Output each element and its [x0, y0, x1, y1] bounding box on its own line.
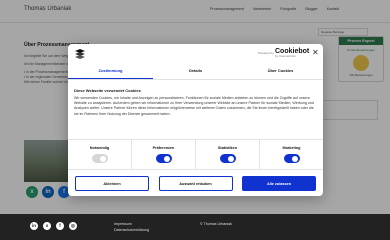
switch-knob [100, 155, 106, 162]
switch-knob [228, 155, 234, 162]
dialog-tabs: Zustimmung Details Über Cookies [68, 64, 323, 80]
powered-by-label: Powered by [258, 51, 274, 55]
deny-button[interactable]: Ablehnen [75, 176, 149, 191]
toggle-label: Marketing [282, 146, 301, 150]
brand-logo-icon [75, 49, 85, 59]
linkedin-icon[interactable]: in [30, 222, 38, 230]
tab-zustimmung[interactable]: Zustimmung [68, 64, 153, 79]
toggle-label: Präferenzen [152, 146, 175, 150]
allow-all-button[interactable]: Alle zulassen [242, 176, 316, 191]
site-footer: in x f ◎ Impressum Datenschutzerklärung … [0, 214, 390, 240]
close-icon[interactable]: ✕ [312, 48, 319, 57]
allow-selection-button[interactable]: Auswahl erlauben [158, 176, 233, 191]
toggle-label: Statistiken [217, 146, 238, 150]
dialog-heading: Diese Webseite verwendet Cookies [74, 88, 141, 93]
facebook-icon[interactable]: f [56, 222, 64, 230]
toggle-statistics: Statistiken [196, 140, 260, 169]
tab-details[interactable]: Details [153, 64, 238, 79]
footer-social-icons: in x f ◎ [30, 222, 77, 230]
marketing-switch[interactable] [283, 154, 300, 163]
statistics-switch[interactable] [219, 154, 236, 163]
switch-knob [292, 155, 298, 162]
dialog-header: Powered by Cookiebot by Usercentrics ✕ [68, 44, 323, 64]
tab-about-cookies[interactable]: Über Cookies [238, 64, 323, 79]
footer-copyright: © Thomas Urbaniak [200, 222, 232, 226]
switch-knob [164, 155, 170, 162]
preferences-switch[interactable] [155, 154, 172, 163]
necessary-switch [91, 154, 108, 163]
cookie-consent-dialog: Powered by Cookiebot by Usercentrics ✕ Z… [68, 44, 323, 196]
dialog-body: Diese Webseite verwendet Cookies Wir ver… [74, 88, 314, 117]
toggle-preferences: Präferenzen [132, 140, 196, 169]
toggle-marketing: Marketing [260, 140, 323, 169]
privacy-link[interactable]: Datenschutzerklärung [114, 228, 149, 234]
consent-toggles: Notwendig Präferenzen Statistiken Market… [68, 139, 323, 169]
footer-links: Impressum Datenschutzerklärung [114, 222, 149, 233]
toggle-label: Notwendig [89, 146, 110, 150]
xing-icon[interactable]: x [43, 222, 51, 230]
cookiebot-logo[interactable]: Cookiebot by Usercentrics [275, 48, 309, 58]
dialog-text: Wir verwenden Cookies, um Inhalte und An… [74, 96, 314, 116]
instagram-icon[interactable]: ◎ [69, 222, 77, 230]
toggle-necessary: Notwendig [68, 140, 132, 169]
dialog-buttons: Ablehnen Auswahl erlauben Alle zulassen [68, 169, 323, 196]
